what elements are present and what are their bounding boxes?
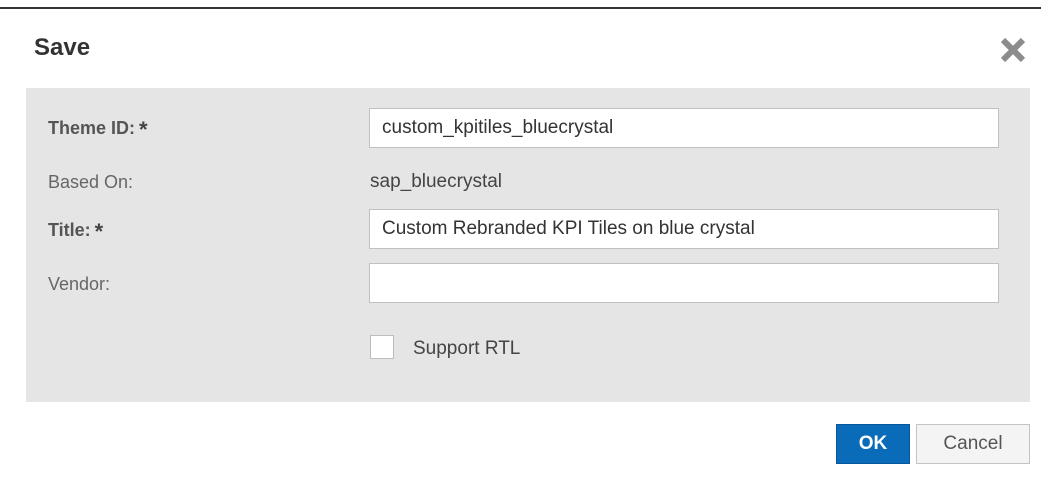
theme-id-input[interactable]	[369, 108, 999, 148]
close-icon	[996, 33, 1030, 67]
based-on-value: sap_bluecrystal	[370, 171, 503, 192]
support-rtl-label[interactable]: Support RTL	[413, 338, 520, 360]
close-button[interactable]	[996, 33, 1030, 67]
required-marker: *	[94, 219, 104, 244]
ok-button[interactable]: OK	[836, 424, 910, 464]
required-marker: *	[139, 117, 148, 142]
title-label: Title: *	[48, 219, 104, 244]
dialog-title: Save	[34, 34, 91, 61]
support-rtl-checkbox[interactable]	[370, 335, 394, 359]
vendor-input[interactable]	[369, 263, 999, 303]
theme-id-label: Theme ID: *	[48, 117, 148, 142]
dialog-header: Save	[0, 9, 1041, 79]
cancel-button[interactable]: Cancel	[916, 424, 1030, 464]
save-dialog: Save Theme ID:* Based On: sap_bluecrysta…	[0, 0, 1041, 483]
vendor-label: Vendor:	[48, 274, 111, 294]
title-input[interactable]	[369, 209, 999, 249]
based-on-label: Based On:	[48, 172, 134, 192]
